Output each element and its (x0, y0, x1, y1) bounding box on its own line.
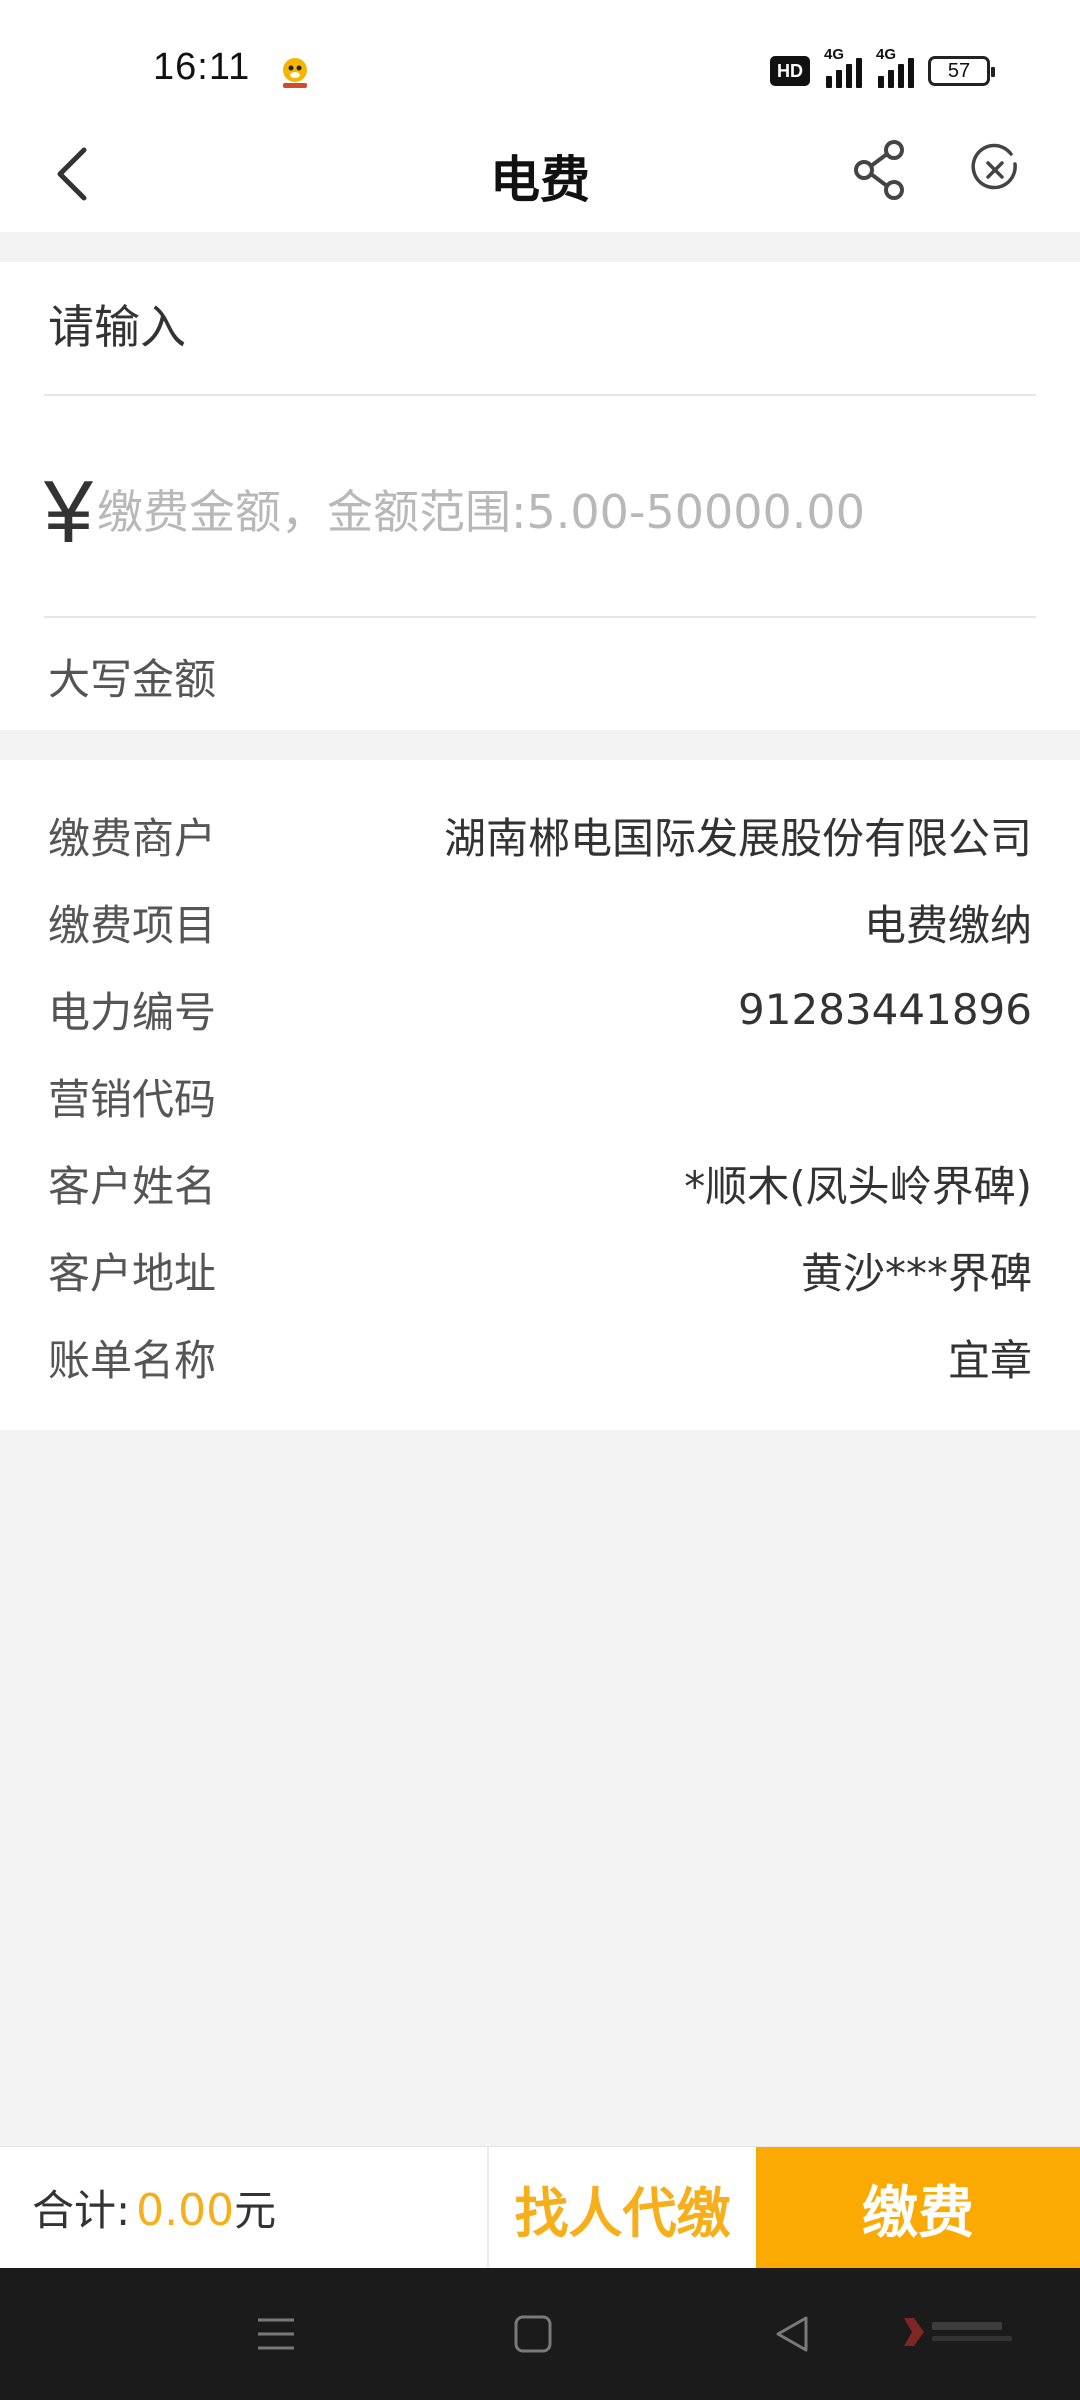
info-row-bill-name: 账单名称 宜章 (48, 1322, 1032, 1392)
nav-bar: 电费 (0, 120, 1080, 232)
home-square-icon (514, 2315, 552, 2353)
info-value: 黄沙***界碑 (800, 1248, 1032, 1298)
info-value: 宜章 (947, 1335, 1032, 1385)
info-label: 账单名称 (48, 1335, 217, 1385)
currency-symbol: ¥ (44, 462, 93, 561)
menu-icon (258, 2318, 294, 2350)
info-value: 电费缴纳 (863, 900, 1032, 950)
watermark-logo (900, 2312, 1020, 2356)
divider (44, 616, 1036, 618)
amount-input[interactable] (96, 472, 1034, 552)
total: 合计: 0.00 元 (32, 2177, 276, 2238)
info-label: 缴费项目 (48, 900, 217, 950)
status-bar: 16:11 HD 4G 4G 57 (0, 0, 1080, 120)
info-row-power-number: 电力编号 91283441896 (48, 974, 1032, 1044)
info-row-customer-name: 客户姓名 *顺木(凤头岭界碑) (48, 1148, 1032, 1218)
info-label: 客户地址 (48, 1248, 217, 1298)
info-label: 客户姓名 (48, 1161, 217, 1211)
account-input[interactable] (48, 292, 1034, 362)
close-circle-icon (971, 143, 1017, 190)
system-menu-button[interactable] (246, 2304, 306, 2364)
divider (44, 394, 1036, 396)
signal-icon-2: 4G (876, 46, 914, 88)
signal-icon-1: 4G (824, 46, 862, 88)
info-value: 湖南郴电国际发展股份有限公司 (443, 813, 1032, 863)
info-label: 电力编号 (48, 987, 217, 1037)
page: 16:11 HD 4G 4G 57 电费 请输入 ¥ 缴费金额，金额范围:5.0… (0, 0, 1080, 2400)
info-row-marketing-code: 营销代码 (48, 1061, 1032, 1131)
status-time: 16:11 (153, 46, 251, 88)
account-input-row (48, 292, 1034, 362)
battery-icon: 57 (928, 56, 995, 86)
share-icon (854, 140, 904, 200)
info-value: 91283441896 (738, 984, 1032, 1034)
info-value: *顺木(凤头岭界碑) (684, 1161, 1032, 1211)
share-button[interactable] (850, 138, 910, 202)
uppercase-amount-label: 大写金额 (48, 655, 217, 704)
app-mascot-icon (277, 54, 313, 90)
info-row-item: 缴费项目 电费缴纳 (48, 887, 1032, 957)
amount-row: ¥ (44, 462, 1034, 562)
triangle-back-icon (776, 2316, 808, 2352)
info-row-customer-address: 客户地址 黄沙***界碑 (48, 1235, 1032, 1305)
info-row-merchant: 缴费商户 湖南郴电国际发展股份有限公司 (48, 800, 1032, 870)
total-amount: 0.00 (136, 2185, 235, 2236)
page-title: 电费 (490, 151, 590, 209)
system-nav-bar (0, 2268, 1080, 2400)
hd-voice-icon: HD (770, 56, 810, 86)
payment-info-card: 缴费商户 湖南郴电国际发展股份有限公司 缴费项目 电费缴纳 电力编号 91283… (0, 760, 1080, 1430)
total-label: 合计: (32, 2186, 131, 2235)
pay-button[interactable]: 缴费 (756, 2147, 1080, 2269)
info-label: 缴费商户 (48, 813, 217, 863)
bottom-action-bar: 合计: 0.00 元 找人代缴 缴费 (0, 2146, 1080, 2269)
system-back-button[interactable] (762, 2304, 822, 2364)
proxy-pay-button[interactable]: 找人代缴 (489, 2147, 756, 2269)
close-button[interactable] (965, 140, 1025, 200)
system-home-button[interactable] (503, 2304, 563, 2364)
total-unit: 元 (234, 2186, 277, 2235)
info-label: 营销代码 (48, 1074, 217, 1124)
amount-card: ¥ 大写金额 (0, 262, 1080, 730)
status-indicators: HD 4G 4G 57 (770, 46, 995, 88)
